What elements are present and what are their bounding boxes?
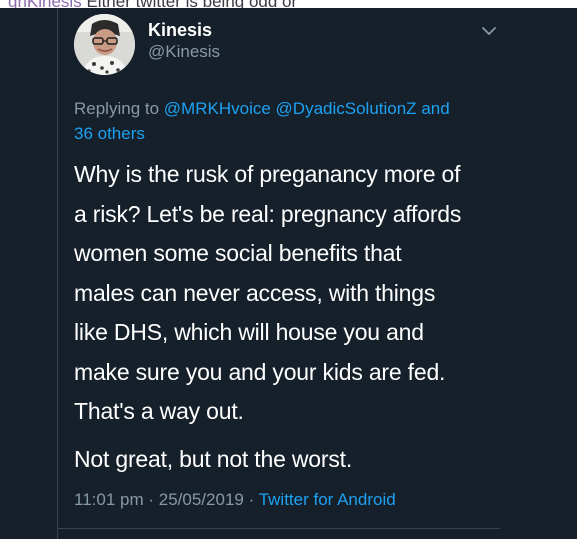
replying-prefix: Replying to <box>74 99 160 118</box>
tweet-text-line: make sure you and your kids are fed. <box>74 358 446 385</box>
tweet-text-paragraph-2: Not great, but not the worst. <box>74 445 353 472</box>
tweet-text-line: Why is the rusk of preganancy more of <box>74 161 461 187</box>
previous-content-left: gnKinesis <box>8 0 82 8</box>
tweet-text-line: males can never access, with things <box>74 279 436 306</box>
tweet-text: Why is the rusk of preganancy more of a … <box>74 155 514 479</box>
tweet-screenshot: gnKinesis Either twitter is being odd or… <box>0 0 577 539</box>
tweet-meta: 11:01 pm · 25/05/2019 · Twitter for Andr… <box>74 490 396 510</box>
meta-separator: · <box>248 490 255 509</box>
mention-and[interactable]: and <box>421 99 449 118</box>
tweet-text-line: women some social benefits that <box>74 240 402 266</box>
mention-link[interactable]: @MRKHvoice <box>164 99 271 118</box>
chevron-down-icon[interactable] <box>480 22 498 40</box>
previous-content-text: gnKinesis Either twitter is being odd or <box>8 0 297 8</box>
tweet-text-line: like DHS, which will house you and <box>74 319 424 345</box>
mention-link[interactable]: @DyadicSolutionZ <box>276 99 417 118</box>
previous-content-right: Either twitter is being odd or <box>86 0 297 8</box>
meta-separator: · <box>148 490 155 509</box>
tweet-source-link[interactable]: Twitter for Android <box>259 490 396 509</box>
tweet-text-line: That's a way out. <box>74 398 244 424</box>
user-handle[interactable]: @Kinesis <box>148 42 220 62</box>
tweet-time[interactable]: 11:01 pm <box>74 490 144 509</box>
avatar[interactable] <box>74 14 135 75</box>
replying-to: Replying to @MRKHvoice @DyadicSolutionZ … <box>74 96 494 146</box>
avatar-photo <box>74 14 135 75</box>
tweet-text-line: a risk? Let's be real: pregnancy affords <box>74 200 462 227</box>
display-name[interactable]: Kinesis <box>148 20 212 41</box>
tweet-divider <box>57 528 500 529</box>
mention-others-link[interactable]: 36 others <box>74 124 145 143</box>
previous-content-strip: gnKinesis Either twitter is being odd or <box>0 0 577 8</box>
tweet-date[interactable]: 25/05/2019 <box>159 490 244 509</box>
